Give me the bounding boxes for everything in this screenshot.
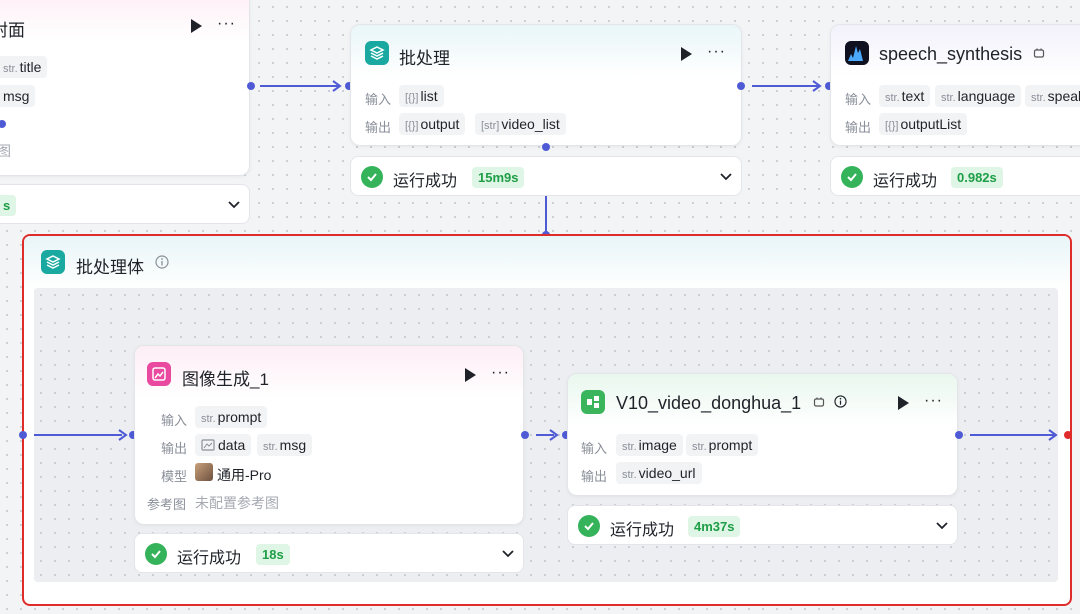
node-cover[interactable]: 封面 ··· str.title msg 图 [0, 0, 250, 176]
node-title: V10_video_donghua_1 [616, 393, 802, 413]
chevron-down-icon[interactable] [227, 197, 241, 211]
output-label: 输出 [845, 120, 872, 135]
node-title: 封面 [0, 21, 25, 40]
output-port[interactable] [955, 431, 963, 439]
output-port[interactable] [521, 431, 529, 439]
input-label: 输入 [581, 441, 608, 456]
reference-value: 未配置参考图 [195, 495, 279, 511]
more-menu-button[interactable]: ··· [217, 16, 236, 32]
status-bar[interactable]: 运行成功 15m9s [350, 156, 742, 196]
duration-badge: 15m9s [472, 167, 525, 188]
input-tag: str. image [616, 434, 683, 456]
image-icon [201, 439, 215, 451]
status-text: 运行成功 [393, 173, 458, 190]
arrow-icon [549, 429, 559, 441]
output-port[interactable] [247, 82, 255, 90]
arrow-icon [332, 80, 342, 92]
arrow-icon [812, 80, 822, 92]
reference-label: 参考图 [147, 497, 187, 512]
reference-text: 图 [0, 141, 11, 161]
more-menu-button[interactable]: ··· [491, 365, 510, 381]
run-button[interactable] [191, 19, 202, 33]
status-bar[interactable]: 运行成功 4m37s [567, 505, 958, 545]
input-tag: str. title [0, 56, 48, 78]
input-tag: str. prompt [686, 434, 759, 456]
output-tag: [{}] outputList [879, 113, 968, 135]
output-tag: str. video_url [616, 462, 702, 484]
layers-icon [41, 250, 65, 274]
status-text: 运行成功 [610, 522, 675, 539]
batch-body-connector [545, 196, 547, 232]
status-bar[interactable]: 运行成功 0.982s [830, 156, 1080, 196]
chevron-down-icon[interactable] [935, 518, 949, 532]
node-batch[interactable]: 批处理 ··· 输入 [{}] list 输出 [{}] output [str] v… [350, 24, 742, 146]
node-speech-synthesis[interactable]: speech_synthesis 输入 str. text str. languag… [830, 24, 1080, 146]
chevron-down-icon[interactable] [501, 546, 515, 560]
duration-badge: 4m37s [688, 516, 741, 537]
batch-body-title: 批处理体 [76, 258, 144, 277]
input-port[interactable] [19, 431, 27, 439]
status-text: 运行成功 [177, 550, 242, 567]
output-label: 输出 [581, 469, 608, 484]
success-check-icon [578, 515, 600, 537]
edge [970, 434, 1054, 436]
info-icon[interactable] [834, 395, 847, 408]
input-tag: str. language [935, 85, 1022, 107]
plugin-icon [581, 390, 605, 414]
duration-badge: 0.982s [951, 167, 1003, 188]
output-tag: data [195, 434, 252, 456]
batch-body-header [24, 236, 1070, 288]
status-bar[interactable]: 运行成功 18s [134, 533, 524, 573]
node-title: 批处理 [399, 49, 450, 68]
run-button[interactable] [465, 368, 476, 382]
duration-badge: 18s [256, 544, 290, 565]
duration-badge: s [0, 195, 17, 216]
layers-icon [365, 41, 389, 65]
info-icon[interactable] [155, 255, 169, 269]
input-tag: str. text [879, 85, 931, 107]
input-tag: str. prompt [195, 406, 268, 428]
run-button[interactable] [898, 396, 909, 410]
arrow-icon [1048, 429, 1058, 441]
node-image-generation[interactable]: 图像生成_1 ··· 输入 str. prompt 输出 data str. msg… [134, 345, 524, 525]
image-gen-icon [147, 362, 171, 386]
success-check-icon [361, 166, 383, 188]
audio-wave-icon [845, 41, 869, 65]
node-title: speech_synthesis [879, 44, 1023, 64]
input-label: 输入 [365, 92, 392, 107]
input-tag: str.speak [1025, 85, 1080, 107]
more-menu-button[interactable]: ··· [924, 393, 943, 409]
success-check-icon [841, 166, 863, 188]
success-check-icon [145, 543, 167, 565]
node-video-donghua[interactable]: V10_video_donghua_1 ··· 输入 str. image str… [567, 373, 958, 496]
model-avatar [195, 463, 213, 481]
node-title: 图像生成_1 [182, 370, 269, 389]
model-label: 模型 [161, 469, 188, 484]
edge [260, 85, 338, 87]
input-label: 输入 [845, 92, 872, 107]
chevron-down-icon[interactable] [719, 169, 733, 183]
model-name: 通用-Pro [217, 467, 272, 483]
plugin-badge-icon [1033, 48, 1045, 58]
more-menu-button[interactable]: ··· [707, 44, 726, 60]
input-tag: [{}] list [399, 85, 444, 107]
output-port[interactable] [737, 82, 745, 90]
status-bar[interactable]: s [0, 184, 250, 224]
output-tag: [str] video_list [475, 113, 566, 135]
plugin-badge-icon [813, 397, 825, 407]
status-text: 运行成功 [873, 173, 938, 190]
output-port[interactable] [1064, 431, 1072, 439]
run-button[interactable] [681, 47, 692, 61]
output-tag: str. msg [257, 434, 313, 456]
output-tag: msg [0, 85, 36, 107]
output-label: 输出 [365, 120, 392, 135]
node-header [0, 0, 249, 41]
output-label: 输出 [161, 441, 188, 456]
edge [34, 434, 122, 436]
output-tag: [{}] output [399, 113, 466, 135]
batch-body-port[interactable] [542, 143, 550, 151]
edge [752, 85, 818, 87]
input-label: 输入 [161, 413, 188, 428]
